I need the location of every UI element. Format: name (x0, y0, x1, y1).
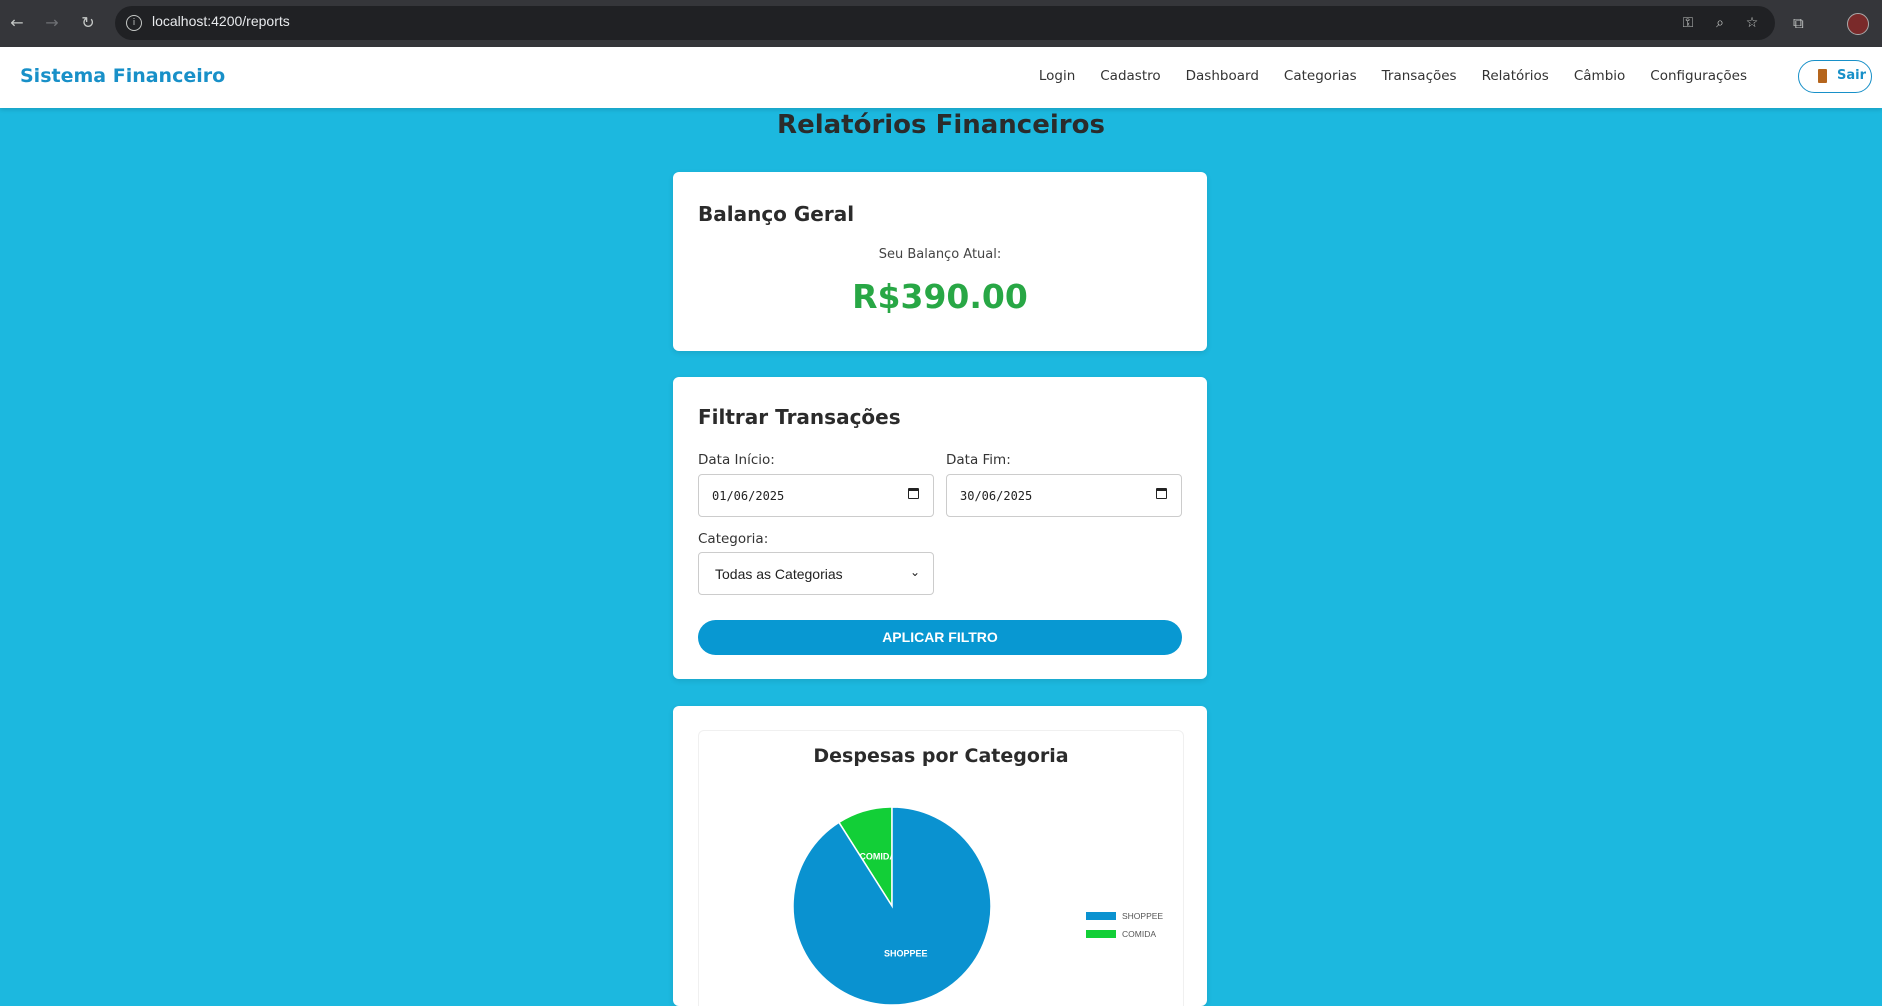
category-select[interactable]: Todas as Categorias ⌄ (698, 552, 934, 595)
main-nav: Login Cadastro Dashboard Categorias Tran… (1014, 68, 1747, 84)
nav-cambio[interactable]: Câmbio (1574, 68, 1625, 84)
zoom-icon[interactable]: ⌕ (1710, 13, 1730, 33)
extensions-icon[interactable]: ⧉ (1793, 12, 1804, 34)
door-icon (1818, 69, 1827, 83)
start-date-value: 01/06/2025 (712, 489, 785, 503)
calendar-icon[interactable] (1156, 488, 1167, 499)
legend-label-comida[interactable]: COMIDA (1122, 929, 1156, 939)
pie-chart: COMIDA SHOPPEE SHOPPEE COMIDA (792, 806, 1163, 1006)
legend-swatch-shoppee[interactable] (1086, 912, 1116, 920)
nav-relatorios[interactable]: Relatórios (1482, 68, 1549, 84)
pie-label-shoppee: SHOPPEE (884, 949, 928, 959)
end-date-value: 30/06/2025 (960, 489, 1033, 503)
chart-container: Despesas por Categoria COMIDA SHOPPEE SHOP… (698, 730, 1184, 1006)
balance-card: Balanço Geral Seu Balanço Atual: R$390.0… (673, 172, 1207, 351)
app-header: Sistema Financeiro Login Cadastro Dashbo… (0, 47, 1882, 108)
balance-value: R$390.00 (852, 277, 1028, 316)
info-icon[interactable]: i (126, 15, 142, 31)
key-icon[interactable]: ⚿ (1678, 13, 1698, 33)
back-icon[interactable]: ← (6, 12, 28, 34)
pie-slice-shoppee[interactable] (792, 806, 992, 1006)
filter-card: Filtrar Transações Data Início: 01/06/20… (673, 377, 1207, 679)
url-text[interactable]: localhost:4200/reports (152, 13, 290, 29)
balance-label: Seu Balanço Atual: (878, 247, 1002, 262)
nav-configuracoes[interactable]: Configurações (1650, 68, 1747, 84)
brand-title[interactable]: Sistema Financeiro (20, 65, 225, 87)
start-date-input[interactable]: 01/06/2025 (698, 474, 934, 517)
avatar[interactable] (1847, 13, 1869, 35)
start-date-label: Data Início: (698, 452, 775, 468)
apply-filter-button[interactable]: APLICAR FILTRO (698, 620, 1182, 655)
nav-dashboard[interactable]: Dashboard (1186, 68, 1259, 84)
chevron-down-icon: ⌄ (909, 565, 920, 579)
nav-categorias[interactable]: Categorias (1284, 68, 1357, 84)
filter-heading: Filtrar Transações (698, 405, 901, 429)
legend-label-shoppee[interactable]: SHOPPEE (1122, 911, 1163, 921)
end-date-label: Data Fim: (946, 452, 1011, 468)
nav-login[interactable]: Login (1039, 68, 1075, 84)
chart-card: Despesas por Categoria COMIDA SHOPPEE SHOP… (673, 706, 1207, 1006)
logout-button[interactable]: Sair (1798, 60, 1872, 93)
balance-heading: Balanço Geral (698, 202, 855, 226)
end-date-input[interactable]: 30/06/2025 (946, 474, 1182, 517)
forward-icon[interactable]: → (41, 12, 63, 34)
logout-label: Sair (1837, 68, 1867, 83)
address-bar[interactable]: i localhost:4200/reports ⚿ ⌕ ☆ (115, 6, 1775, 40)
category-select-value: Todas as Categorias (715, 566, 843, 582)
nav-cadastro[interactable]: Cadastro (1100, 68, 1160, 84)
star-icon[interactable]: ☆ (1742, 13, 1762, 33)
browser-toolbar: ← → ↻ i localhost:4200/reports ⚿ ⌕ ☆ ⧉ (0, 0, 1882, 47)
category-label: Categoria: (698, 531, 769, 547)
page-title: Relatórios Financeiros (777, 110, 1105, 140)
pie-label-comida: COMIDA (859, 852, 896, 862)
calendar-icon[interactable] (908, 488, 919, 499)
nav-transacoes[interactable]: Transações (1382, 68, 1457, 84)
legend-swatch-comida[interactable] (1086, 930, 1116, 938)
reload-icon[interactable]: ↻ (77, 12, 99, 34)
